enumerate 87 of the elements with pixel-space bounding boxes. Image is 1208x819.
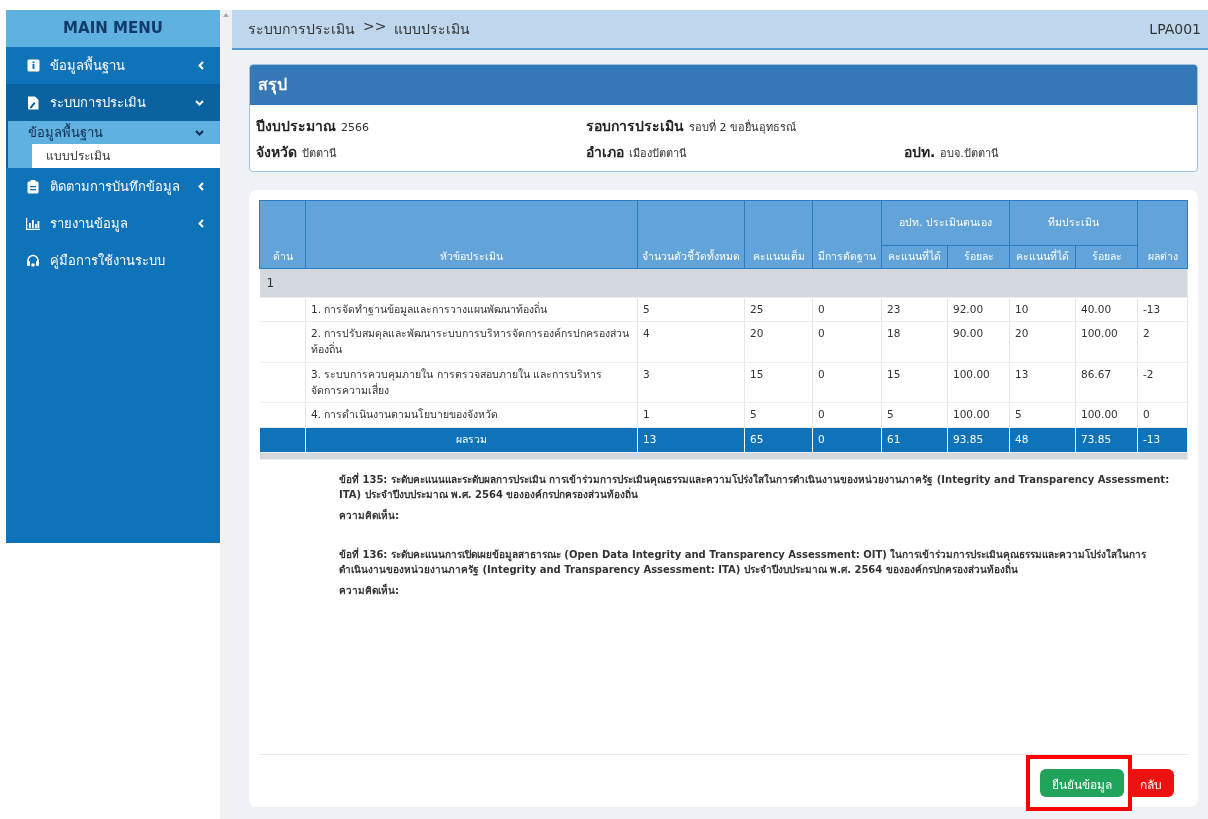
chevron-left-icon [198,182,204,191]
menu-item[interactable]: ข้อมูลพื้นฐาน [6,47,220,84]
menu-item[interactable]: รายงานข้อมูล [6,205,220,242]
clipboard-icon [26,179,40,194]
field-value: เมืองปัตตานี [629,147,687,160]
table-cell: 0 [812,402,882,428]
table-cell: -2 [1137,362,1188,403]
field-label: รอบการประเมิน [586,118,684,134]
question-text: ข้อที่ 135: ระดับคะแนนและระดับผลการประเมิน การเข้าร่วมการประเมินคุณธรรมและความโปร่งใสในการดำเนินงานของหน่วยงานภาครัฐ (Integrity and Transparency Assessment: ITA) ประจำปีงบประมาณ พ.ศ. 2564 ขององค์กรปกครองส่วนท้องถิ่น [339,471,1171,502]
table-cell: 5 [744,402,813,428]
table-cell: 92.00 [947,297,1010,322]
table-cell: 10 [1009,297,1076,322]
chevron-down-icon [195,129,204,136]
table-cell: 100.00 [1075,321,1138,363]
chevron-down-icon [195,99,204,106]
info-icon [26,59,40,72]
table-cell: 13 [1009,362,1076,403]
menu-title: MAIN MENU [6,10,220,47]
table-cell: 3 [637,362,745,403]
table-cell: 5 [1009,402,1076,428]
table-cell: 18 [881,321,948,363]
menu-item[interactable]: ระบบการประเมิน [6,84,220,121]
table-cell: 20 [1009,321,1076,363]
field-label: จังหวัด [256,144,297,160]
breadcrumb-item: ระบบการประเมิน [248,20,355,39]
comment-label: ความคิดเห็น: [339,507,400,523]
column-header: คะแนนเต็ม [744,200,813,269]
table-cell: 4 [637,321,745,363]
table-cell: 100.00 [1075,402,1138,428]
table-cell: -13 [1137,297,1188,322]
table-cell: 0 [812,362,882,403]
table-cell: 3. ระบบการควบคุมภายใน การตรวจสอบภายใน และการบริหารจัดการความเสี่ยง [305,362,638,403]
field-value: ปัตตานี [302,147,337,160]
table-cell: 13 [637,427,745,453]
bar-chart-icon [26,217,40,230]
table-cell: 5 [637,297,745,322]
table-cell: 0 [1137,402,1188,428]
group-cell: 1 [259,268,1188,298]
question-text: ข้อที่ 136: ระดับคะแนนการเปิดเผยข้อมูลสาธารณะ (Open Data Integrity and Transparency Assessment: OIT) ในการเข้าร่วมการประเมินคุณธรรมและความโปร่งใสในการดำเนินงานของหน่วยงานภาครัฐ (Integrity and Transparency Assessment: ITA) ประจำปีงบประมาณ พ.ศ. 2564 ขององค์กรปกครองส่วนท้องถิ่น [339,546,1148,577]
table-cell: 15 [744,362,813,403]
table-cell: 100.00 [947,402,1010,428]
card-title: สรุป [250,65,1197,105]
table-cell: 20 [744,321,813,363]
column-header: หัวข้อประเมิน [305,200,638,269]
table-cell: 2. การปรับสมดุลและพัฒนาระบบการบริหารจัดการองค์กรปกครองส่วนท้องถิ่น [305,321,638,363]
comment-label: ความคิดเห็น: [339,582,400,598]
table-cell: 1. การจัดทำฐานข้อมูลและการวางแผนพัฒนาท้องถิ่น [305,297,638,322]
table-cell: 25 [744,297,813,322]
document-pen-icon [26,95,40,110]
menu-item[interactable]: คู่มือการใช้งานระบบ [6,242,220,279]
chevron-left-icon [198,61,204,70]
scrollbar[interactable] [220,10,232,819]
column-header: จำนวนตัวชี้วัดทั้งหมด [637,200,745,269]
menu-item[interactable]: ติดตามการบันทึกข้อมูล [6,168,220,205]
table-cell: 100.00 [947,362,1010,403]
field-value: รอบที่ 2 ขอยื่นอุทธรณ์ [689,121,796,134]
table-cell: 86.67 [1075,362,1138,403]
back-button[interactable]: กลับ [1128,769,1174,797]
field-label: ปีงบประมาณ [256,118,336,134]
table-cell: 0 [812,297,882,322]
table-cell: 90.00 [947,321,1010,363]
table-cell: 15 [881,362,948,403]
column-header: ด้าน [259,200,306,269]
table-cell: 1 [637,402,745,428]
column-header: มีการตัดฐาน [812,200,882,269]
field-value: อบจ.ปัตตานี [940,147,999,160]
chevron-left-icon [198,219,204,228]
submenu-item[interactable]: ข้อมูลพื้นฐาน [8,121,220,144]
confirm-button[interactable]: ยืนยันข้อมูล [1040,769,1124,797]
submenu-item[interactable]: แบบประเมิน [32,144,220,168]
field-label: อำเภอ [586,144,624,160]
breadcrumb-item: >> [363,18,387,36]
table-cell: 40.00 [1075,297,1138,322]
column-group-header: ทีมประเมิน [1009,200,1138,246]
column-group-header: อปท. ประเมินตนเอง [881,200,1010,246]
field-label: อปท. [904,144,936,160]
headset-icon [26,253,40,268]
table-cell: 4. การดำเนินงานตามนโยบายของจังหวัด [305,402,638,428]
table-cell: 23 [881,297,948,322]
column-header: ผลต่าง [1137,200,1188,269]
table-cell: ผลรวม [305,427,638,453]
page-code: LPA001 [1149,21,1201,37]
breadcrumb-item: แบบประเมิน [394,20,471,39]
table-cell: 0 [812,321,882,363]
field-value: 2566 [341,121,369,134]
table-cell: 5 [881,402,948,428]
table-cell: 2 [1137,321,1188,363]
